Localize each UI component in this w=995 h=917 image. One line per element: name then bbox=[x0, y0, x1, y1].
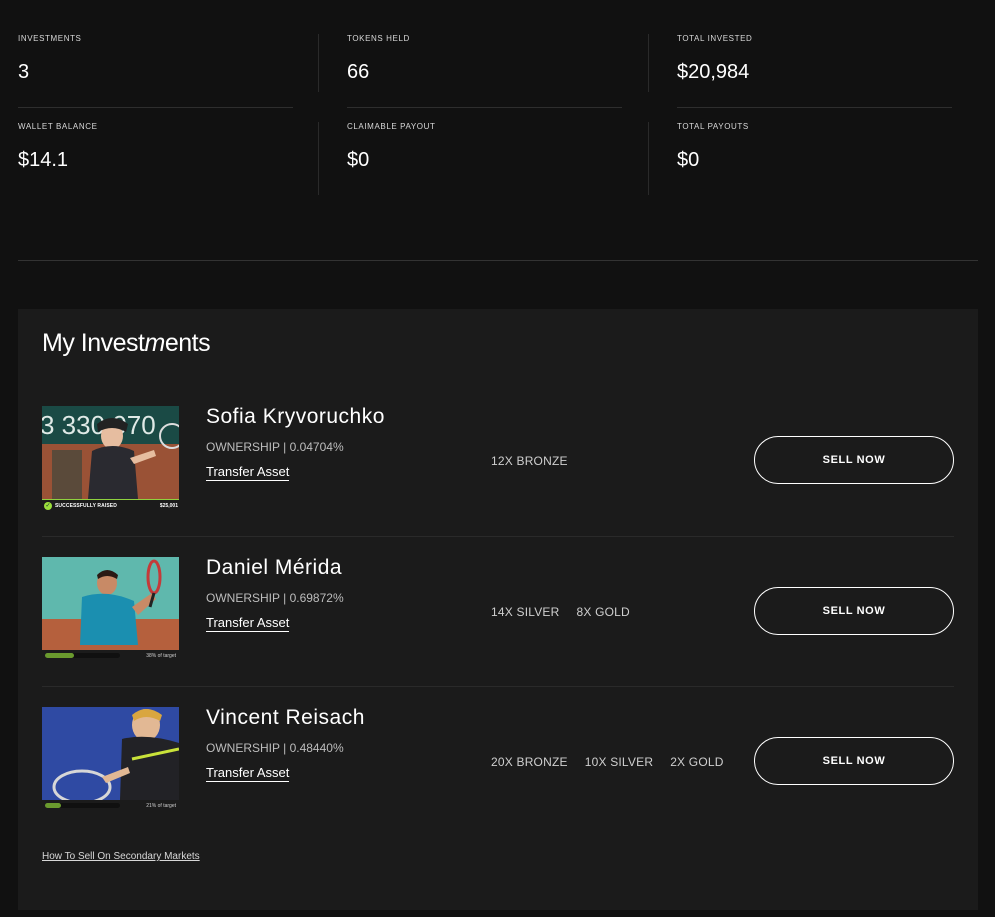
progress-fill bbox=[45, 653, 74, 658]
sell-now-button[interactable]: SELL NOW bbox=[754, 587, 954, 635]
raised-indicator-line bbox=[42, 499, 179, 500]
tennis-player-photo-icon bbox=[42, 707, 179, 800]
sell-now-button[interactable]: SELL NOW bbox=[754, 737, 954, 785]
stat-total-payouts: TOTAL PAYOUTS $0 bbox=[677, 122, 952, 172]
ownership-text: OWNERSHIP | 0.48440% bbox=[206, 741, 344, 755]
tennis-player-photo-icon bbox=[42, 557, 179, 650]
stat-divider bbox=[677, 107, 952, 108]
player-thumbnail[interactable]: 38% of target bbox=[42, 557, 179, 664]
row-divider bbox=[42, 686, 954, 687]
stat-value: $20,984 bbox=[677, 61, 750, 83]
thumbnail-status-bar: ✓ SUCCESSFULLY RAISED $25,001 bbox=[42, 499, 179, 513]
tier-label: 8X GOLD bbox=[576, 605, 630, 619]
stat-divider bbox=[648, 122, 649, 195]
token-tiers: 20X BRONZE 10X SILVER 2X GOLD bbox=[491, 755, 724, 769]
player-name: Sofia Kryvoruchko bbox=[206, 405, 385, 428]
tier-label: 14X SILVER bbox=[491, 605, 560, 619]
stat-value: 3 bbox=[18, 61, 30, 83]
tier-label: 12X BRONZE bbox=[491, 454, 568, 468]
my-investments-panel: My Investments 3 330 070 ✓ SUCCESSFULLY … bbox=[18, 309, 978, 910]
progress-fill bbox=[45, 803, 61, 808]
thumbnail-progress-bar: 38% of target bbox=[42, 650, 179, 664]
stat-value: $14.1 bbox=[18, 149, 69, 171]
token-tiers: 14X SILVER 8X GOLD bbox=[491, 605, 630, 619]
tier-label: 2X GOLD bbox=[670, 755, 724, 769]
investment-row: 3 330 070 ✓ SUCCESSFULLY RAISED $25,001 … bbox=[42, 405, 954, 556]
progress-text: 21% of target bbox=[146, 803, 176, 809]
stat-divider bbox=[18, 107, 293, 108]
transfer-asset-link[interactable]: Transfer Asset bbox=[206, 615, 290, 632]
player-thumbnail[interactable]: 3 330 070 ✓ SUCCESSFULLY RAISED $25,001 bbox=[42, 406, 179, 513]
thumbnail-progress-bar: 21% of target bbox=[42, 800, 179, 814]
stat-divider bbox=[347, 107, 622, 108]
stat-investments: INVESTMENTS 3 bbox=[18, 34, 293, 84]
stat-claimable-payout: CLAIMABLE PAYOUT $0 bbox=[347, 122, 622, 172]
stat-label: WALLET BALANCE bbox=[18, 122, 98, 131]
stat-label: INVESTMENTS bbox=[18, 34, 82, 43]
ownership-text: OWNERSHIP | 0.04704% bbox=[206, 440, 344, 454]
sell-now-button[interactable]: SELL NOW bbox=[754, 436, 954, 484]
player-name: Vincent Reisach bbox=[206, 706, 365, 729]
stats-grid: INVESTMENTS 3 TOKENS HELD 66 TOTAL INVES… bbox=[18, 0, 978, 200]
transfer-asset-link[interactable]: Transfer Asset bbox=[206, 464, 290, 481]
stat-label: TOTAL INVESTED bbox=[677, 34, 753, 43]
tier-label: 20X BRONZE bbox=[491, 755, 568, 769]
stat-total-invested: TOTAL INVESTED $20,984 bbox=[677, 34, 952, 84]
investment-row: 21% of target Vincent Reisach OWNERSHIP … bbox=[42, 706, 954, 857]
token-tiers: 12X BRONZE bbox=[491, 454, 568, 468]
stat-label: TOKENS HELD bbox=[347, 34, 410, 43]
stat-label: CLAIMABLE PAYOUT bbox=[347, 122, 436, 131]
raised-status-text: SUCCESSFULLY RAISED bbox=[55, 503, 117, 509]
player-thumbnail[interactable]: 21% of target bbox=[42, 707, 179, 814]
stat-value: 66 bbox=[347, 61, 370, 83]
progress-track bbox=[45, 653, 120, 658]
raised-amount: $25,001 bbox=[159, 503, 178, 509]
stat-divider bbox=[648, 34, 649, 92]
stat-divider bbox=[318, 34, 319, 92]
stat-value: $0 bbox=[677, 149, 700, 171]
check-icon: ✓ bbox=[44, 502, 52, 510]
ownership-text: OWNERSHIP | 0.69872% bbox=[206, 591, 344, 605]
tier-label: 10X SILVER bbox=[584, 755, 654, 769]
panel-title: My Investments bbox=[42, 329, 211, 357]
stat-wallet-balance: WALLET BALANCE $14.1 bbox=[18, 122, 293, 172]
stat-label: TOTAL PAYOUTS bbox=[677, 122, 749, 131]
progress-track bbox=[45, 803, 120, 808]
stat-tokens-held: TOKENS HELD 66 bbox=[347, 34, 622, 84]
row-divider bbox=[42, 536, 954, 537]
section-divider bbox=[18, 260, 978, 261]
stat-value: $0 bbox=[347, 149, 370, 171]
transfer-asset-link[interactable]: Transfer Asset bbox=[206, 765, 290, 782]
tennis-player-photo-icon: 3 330 070 bbox=[42, 406, 179, 499]
progress-text: 38% of target bbox=[146, 653, 176, 659]
how-to-sell-link[interactable]: How To Sell On Secondary Markets bbox=[42, 851, 200, 862]
player-name: Daniel Mérida bbox=[206, 556, 343, 579]
stat-divider bbox=[318, 122, 319, 195]
investment-row: 38% of target Daniel Mérida OWNERSHIP | … bbox=[42, 556, 954, 707]
